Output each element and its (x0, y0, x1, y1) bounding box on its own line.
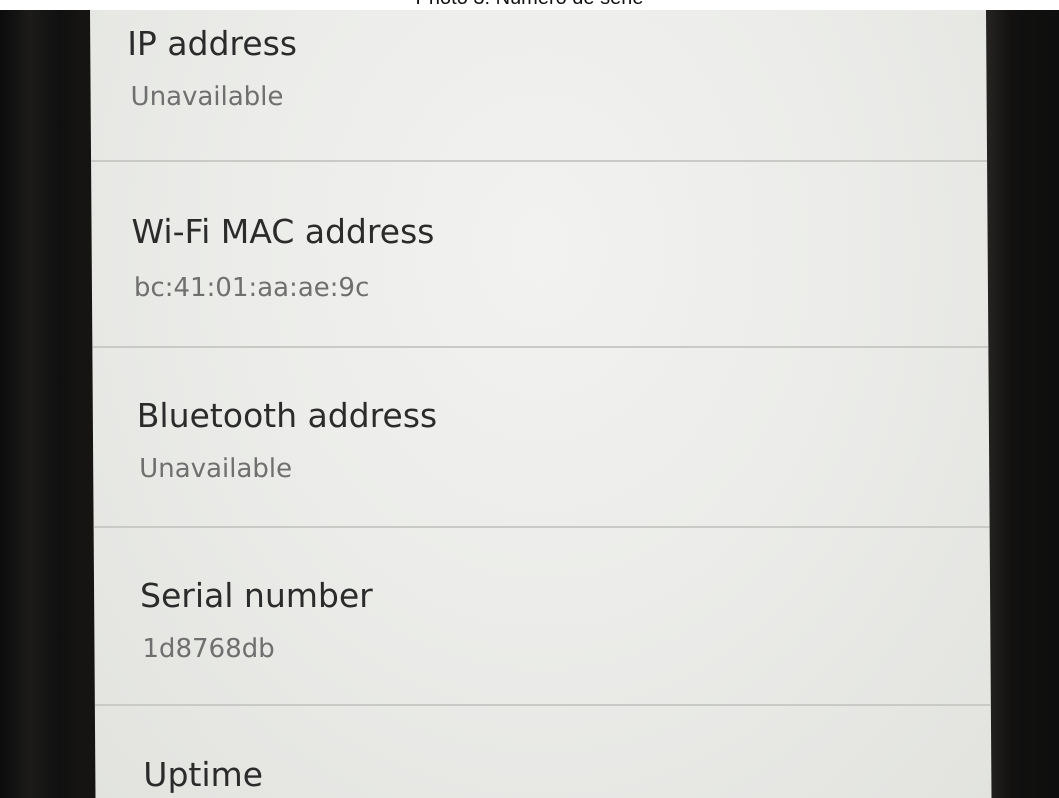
phone-bezel-right (981, 10, 1059, 798)
setting-title: Bluetooth address (136, 396, 438, 435)
setting-value: 1d8768db (142, 634, 275, 664)
divider (93, 526, 990, 528)
setting-title: IP address (127, 24, 298, 63)
photo: IP address Unavailable Wi-Fi MAC address… (0, 0, 1059, 798)
photo-caption: Photo 3: Número de série (0, 0, 1059, 10)
divider (91, 160, 988, 162)
setting-title: Uptime (143, 755, 264, 794)
setting-value: Unavailable (139, 454, 293, 484)
setting-value: bc:41:01:aa:ae:9c (133, 273, 370, 303)
divider (92, 346, 989, 348)
setting-value: Unavailable (130, 82, 284, 112)
phone-screen: IP address Unavailable Wi-Fi MAC address… (90, 10, 992, 798)
divider (94, 704, 991, 706)
setting-title: Serial number (139, 576, 373, 615)
setting-title: Wi-Fi MAC address (131, 212, 435, 251)
